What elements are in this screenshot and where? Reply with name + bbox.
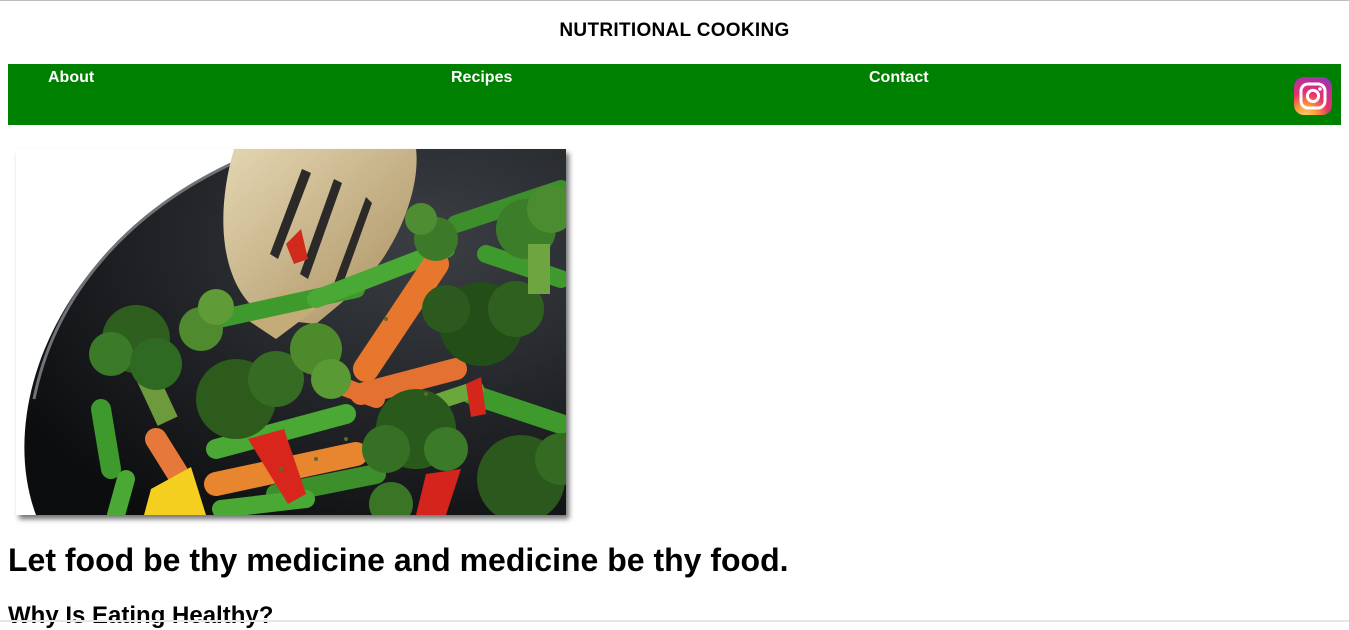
instagram-icon[interactable] — [1294, 77, 1332, 115]
nav-link-about[interactable]: About — [48, 69, 94, 87]
nav-link-recipes[interactable]: Recipes — [451, 69, 512, 87]
main-navbar: About Recipes Contact — [8, 64, 1341, 125]
top-border — [0, 0, 1349, 1]
section-heading: Why Is Eating Healthy? — [8, 602, 274, 629]
nav-link-contact[interactable]: Contact — [869, 69, 929, 87]
hero-image — [16, 149, 566, 515]
hero-quote: Let food be thy medicine and medicine be… — [8, 542, 789, 578]
site-title: NUTRITIONAL COOKING — [559, 20, 790, 41]
